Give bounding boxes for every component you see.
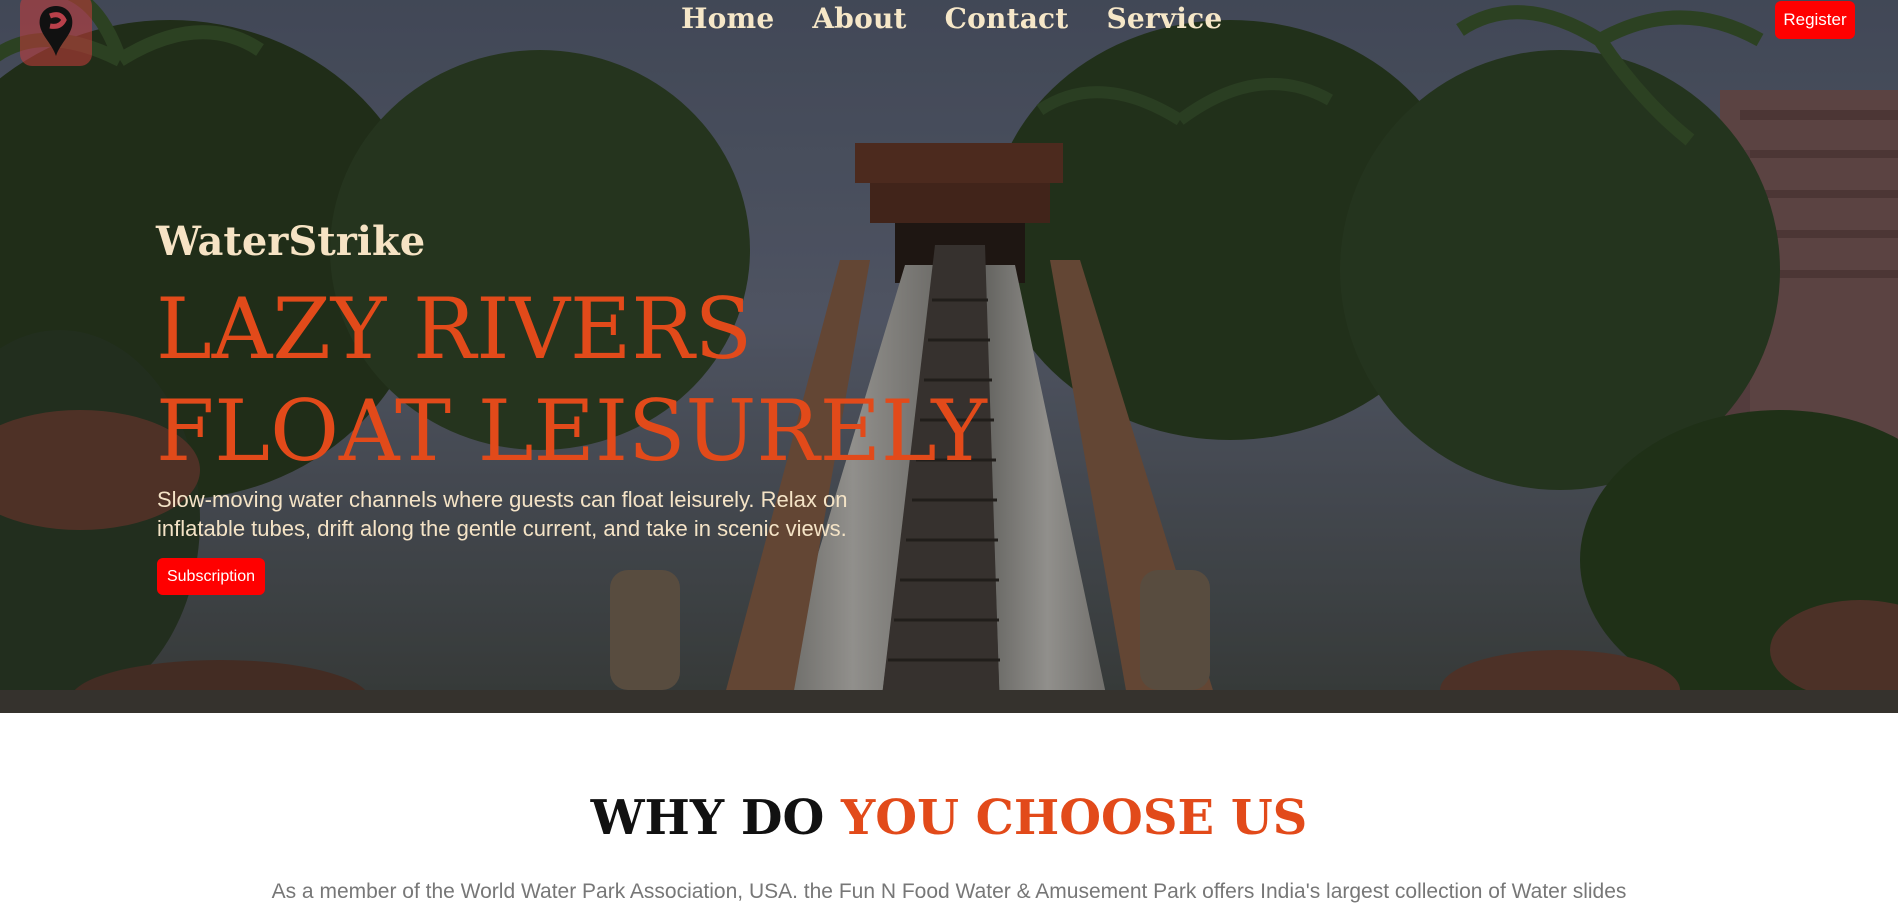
- why-choose-us-title: WHY DO YOU CHOOSE US: [0, 786, 1898, 850]
- hero-description: Slow-moving water channels where guests …: [157, 487, 848, 541]
- nav-home[interactable]: Home: [662, 2, 793, 35]
- hero-headline-line1: LAZY RIVERS: [156, 280, 753, 378]
- why-title-dark: WHY DO: [590, 790, 825, 846]
- why-title-accent: YOU CHOOSE US: [841, 790, 1308, 846]
- subscription-button[interactable]: Subscription: [157, 558, 265, 595]
- hero-section: Home About Contact Service Register Wate…: [0, 0, 1898, 713]
- location-pin-icon: [39, 6, 73, 56]
- hero-headline: LAZY RIVERS FLOAT LEISURELY: [156, 278, 987, 482]
- register-button[interactable]: Register: [1775, 1, 1855, 39]
- site-logo[interactable]: [20, 0, 92, 66]
- main-nav: Home About Contact Service: [662, 2, 1241, 35]
- why-description: As a member of the World Water Park Asso…: [271, 880, 1627, 903]
- hero-headline-line2: FLOAT LEISURELY: [156, 382, 987, 480]
- nav-service[interactable]: Service: [1087, 2, 1241, 35]
- brand-name: WaterStrike: [156, 218, 426, 265]
- nav-about[interactable]: About: [793, 2, 925, 35]
- nav-contact[interactable]: Contact: [926, 2, 1088, 35]
